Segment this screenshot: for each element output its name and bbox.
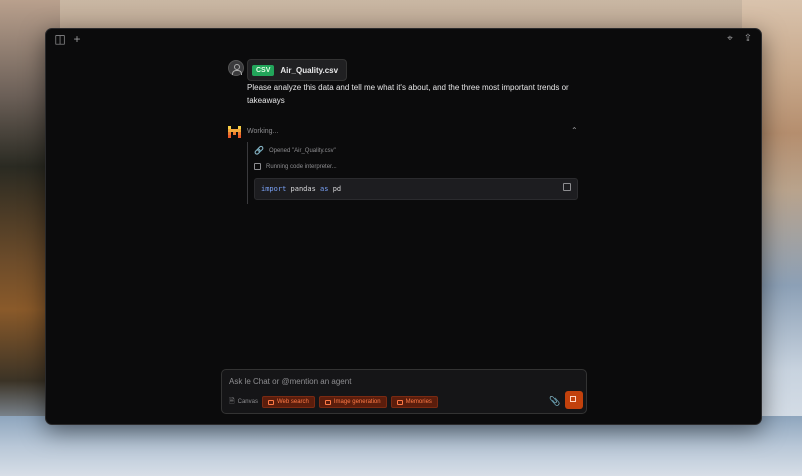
- code-module: pandas: [290, 185, 316, 193]
- chat-input[interactable]: Ask le Chat or @mention an agent: [229, 377, 351, 386]
- pin-icon[interactable]: ⌖: [723, 32, 737, 46]
- image-icon: [324, 399, 331, 405]
- collapse-chevron-icon[interactable]: ⌃: [571, 126, 578, 135]
- share-icon[interactable]: ⇪: [741, 32, 755, 46]
- message-composer: Ask le Chat or @mention an agent 🗎 Canva…: [221, 369, 587, 414]
- memory-icon: [396, 399, 403, 405]
- agent-status: Working...: [247, 128, 279, 135]
- attach-icon[interactable]: 📎: [549, 396, 560, 407]
- csv-file-icon: CSV: [252, 64, 275, 76]
- document-icon: 🗎: [229, 397, 235, 405]
- new-chat-icon[interactable]: +: [70, 32, 84, 46]
- globe-icon: [267, 399, 274, 405]
- user-avatar: [228, 60, 244, 76]
- image-generation-button[interactable]: Image generation: [318, 396, 387, 408]
- background-bottom: [0, 416, 802, 476]
- sidebar-toggle-icon[interactable]: ◫: [53, 32, 67, 46]
- file-attachment[interactable]: CSV Air_Quality.csv: [247, 59, 348, 81]
- mistral-logo-icon: [228, 126, 241, 138]
- step-code-interpreter: Running code interpreter...: [254, 163, 337, 170]
- stop-button[interactable]: [565, 391, 583, 409]
- code-alias: pd: [332, 185, 342, 193]
- canvas-label: Canvas: [237, 399, 258, 405]
- web-search-button[interactable]: Web search: [261, 396, 315, 408]
- user-message: Please analyze this data and tell me wha…: [247, 83, 569, 105]
- code-block: import pandas as pd: [254, 178, 578, 200]
- app-window: ◫ + ⌖ ⇪ CSV Air_Quality.csv Please analy…: [45, 28, 762, 425]
- canvas-button[interactable]: 🗎 Canvas: [229, 397, 258, 408]
- file-name: Air_Quality.csv: [280, 65, 339, 75]
- step-opened-file: 🔗 Opened "Air_Quality.csv": [254, 146, 336, 155]
- step-label: Opened "Air_Quality.csv": [268, 147, 336, 154]
- memories-button[interactable]: Memories: [390, 396, 438, 408]
- copy-icon[interactable]: [563, 183, 571, 191]
- image-generation-label: Image generation: [333, 399, 381, 405]
- step-label: Running code interpreter...: [266, 163, 337, 170]
- web-search-label: Web search: [276, 399, 309, 405]
- code-keyword: as: [320, 185, 329, 193]
- link-icon: 🔗: [254, 146, 264, 155]
- composer-tools: 🗎 Canvas Web search Image generation Mem…: [229, 396, 438, 408]
- agent-steps: 🔗 Opened "Air_Quality.csv" Running code …: [247, 142, 578, 204]
- code-line: import pandas as pd: [261, 185, 341, 193]
- code-interpreter-icon: [254, 163, 261, 170]
- code-keyword: import: [261, 185, 287, 193]
- memories-label: Memories: [405, 399, 432, 405]
